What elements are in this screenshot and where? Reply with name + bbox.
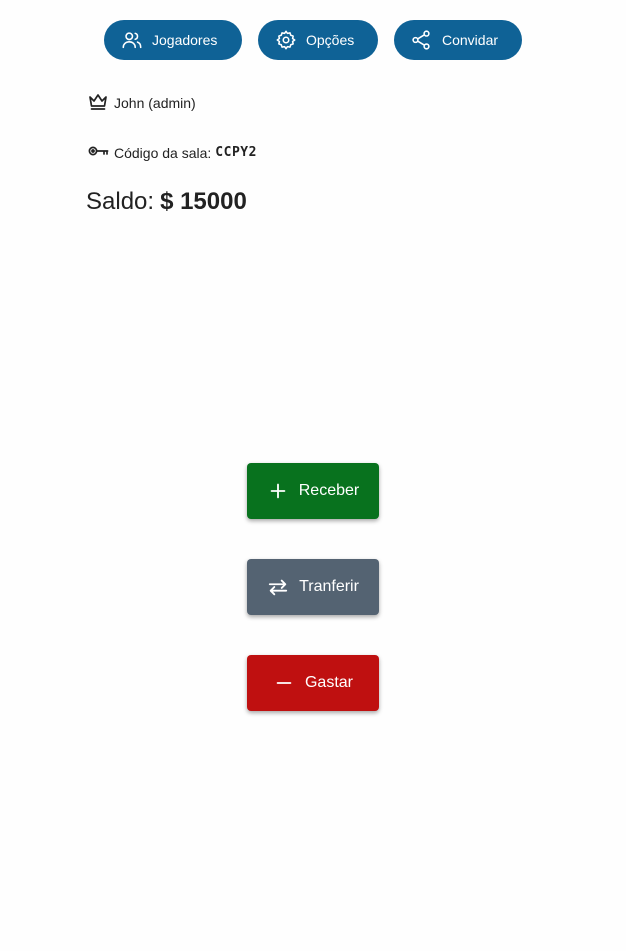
minus-icon: [273, 672, 295, 694]
receive-button[interactable]: Receber: [247, 463, 379, 519]
balance-label: Saldo:: [86, 188, 155, 215]
options-button[interactable]: Opções: [258, 20, 378, 60]
user-name: John (admin): [114, 94, 196, 111]
swap-arrows-icon: [267, 576, 289, 598]
room-code-label: Código da sala:: [114, 144, 212, 161]
invite-button[interactable]: Convidar: [394, 20, 522, 60]
receive-button-label: Receber: [298, 482, 360, 499]
room-code-info: Código da sala: CCPY2: [86, 139, 257, 166]
plus-icon: [267, 480, 289, 502]
crown-icon: [86, 89, 110, 116]
room-code-value: CCPY2: [215, 145, 257, 160]
spend-button[interactable]: Gastar: [247, 655, 379, 711]
players-button[interactable]: Jogadores: [104, 20, 242, 60]
balance: Saldo: $ 15000: [86, 188, 247, 216]
options-button-label: Opções: [306, 32, 355, 48]
balance-amount: $ 15000: [160, 188, 247, 215]
spend-button-label: Gastar: [304, 674, 353, 691]
key-icon: [86, 139, 110, 166]
user-info: John (admin): [86, 89, 196, 116]
players-button-label: Jogadores: [152, 32, 218, 48]
share-icon: [410, 29, 432, 51]
invite-button-label: Convidar: [442, 32, 499, 48]
transfer-button[interactable]: Tranferir: [247, 559, 379, 615]
users-icon: [121, 29, 143, 51]
gear-icon: [275, 29, 297, 51]
transfer-button-label: Tranferir: [299, 578, 359, 595]
